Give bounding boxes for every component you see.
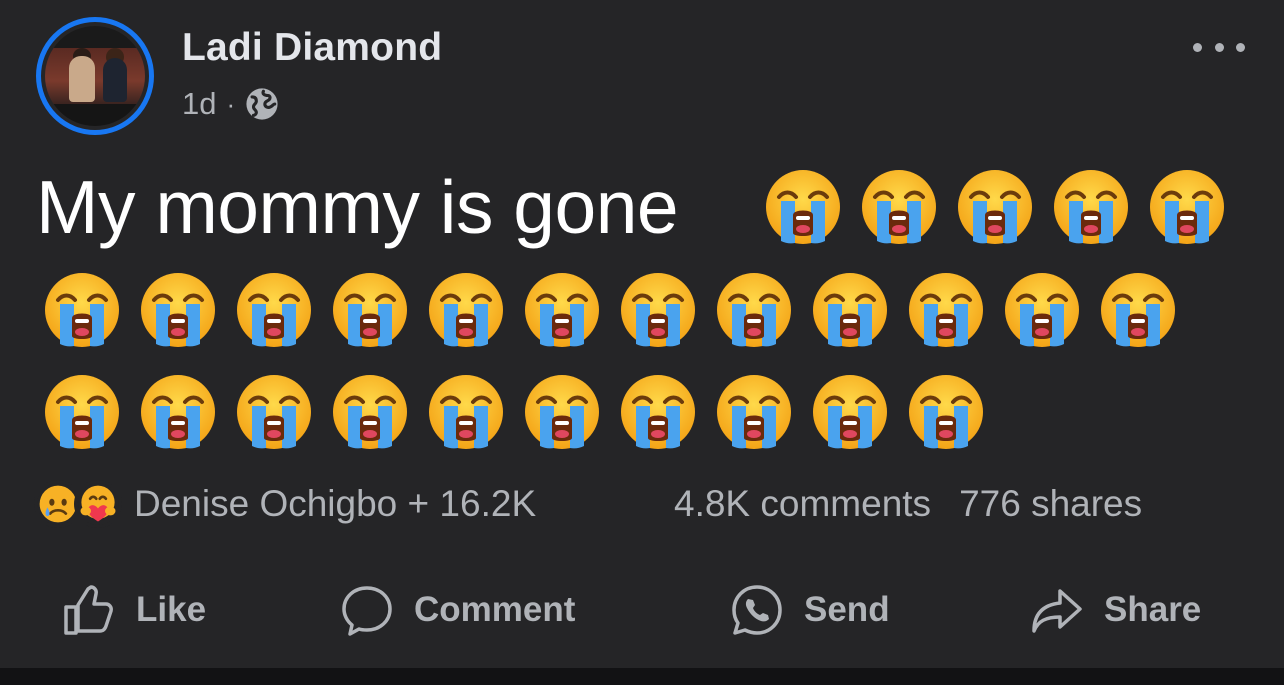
loudly-crying-face-emoji [426,270,506,350]
loudly-crying-face-emoji [810,270,890,350]
send-label: Send [804,590,890,629]
avatar-photo [45,26,145,126]
loudly-crying-face-emoji [906,270,986,350]
thumbs-up-icon [64,585,113,635]
globe-icon [246,88,278,120]
loudly-crying-face-emoji [906,372,986,452]
loudly-crying-face-emoji [1098,270,1178,350]
post-time[interactable]: 1d [182,86,216,122]
like-button[interactable]: Like [62,578,206,642]
loudly-crying-face-emoji [234,372,314,452]
loudly-crying-face-emoji [234,270,314,350]
action-bar: Like Comment Send Share [0,578,1284,642]
engagement-counts: 4.8K comments 776 shares [674,483,1142,525]
loudly-crying-face-emoji [1002,270,1082,350]
loudly-crying-face-emoji [859,167,939,247]
loudly-crying-face-emoji [138,372,218,452]
post-meta: 1d · [182,86,279,122]
shares-count[interactable]: 776 shares [959,483,1142,525]
whatsapp-icon [732,585,782,635]
more-options-icon[interactable] [1193,32,1245,62]
loudly-crying-face-emoji [330,372,410,452]
loudly-crying-face-emoji [1051,167,1131,247]
loudly-crying-face-emoji [618,372,698,452]
loudly-crying-face-emoji [522,270,602,350]
care-reaction-icon [74,480,122,528]
loudly-crying-face-emoji [330,270,410,350]
share-label: Share [1104,590,1202,629]
loudly-crying-face-emoji [138,270,218,350]
loudly-crying-face-emoji [810,372,890,452]
share-button[interactable]: Share [1030,578,1201,642]
loudly-crying-face-emoji [618,270,698,350]
comment-button[interactable]: Comment [340,578,575,642]
reactions-count[interactable]: Denise Ochigbo + 16.2K [134,483,536,525]
meta-separator: · [226,88,236,119]
comment-label: Comment [414,590,576,629]
post-card: Ladi Diamond 1d · My mommy is gone Denis… [0,0,1284,668]
send-button[interactable]: Send [730,578,890,642]
post-message-text: My mommy is gone [36,165,679,249]
comment-bubble-icon [342,586,392,636]
like-label: Like [136,590,207,629]
loudly-crying-face-emoji [1147,167,1227,247]
loudly-crying-face-emoji [714,372,794,452]
loudly-crying-face-emoji [42,270,122,350]
loudly-crying-face-emoji [42,372,122,452]
loudly-crying-face-emoji [426,372,506,452]
author-name[interactable]: Ladi Diamond [182,26,442,70]
comments-count[interactable]: 4.8K comments [674,483,931,525]
loudly-crying-face-emoji [714,270,794,350]
loudly-crying-face-emoji [955,167,1035,247]
loudly-crying-face-emoji [522,372,602,452]
loudly-crying-face-emoji [763,167,843,247]
reactions-summary[interactable]: Denise Ochigbo + 16.2K [34,480,536,528]
profile-avatar[interactable] [36,17,154,135]
share-arrow-icon [1032,589,1082,633]
bottom-separator [0,668,1284,685]
